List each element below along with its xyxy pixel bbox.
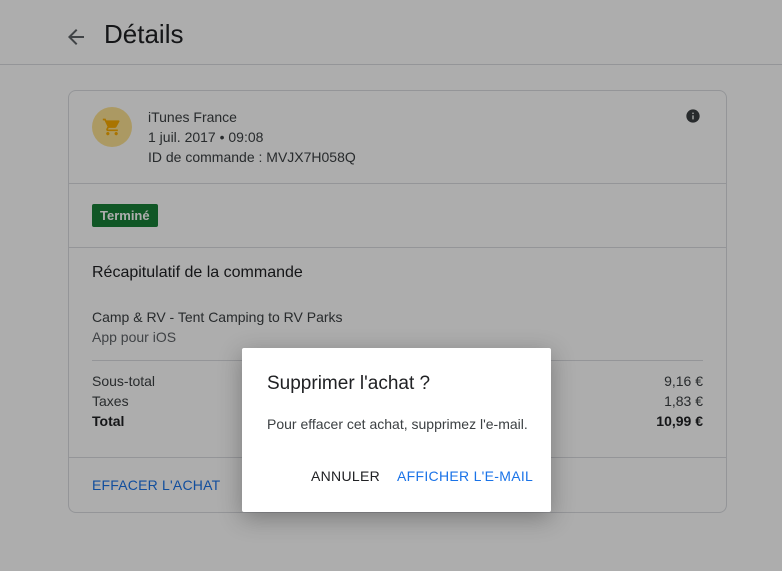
cancel-button[interactable]: ANNULER [311,468,380,484]
view-email-button[interactable]: AFFICHER L'E-MAIL [397,468,533,484]
dialog-title: Supprimer l'achat ? [267,373,431,394]
dialog-message: Pour effacer cet achat, supprimez l'e-ma… [267,416,528,432]
delete-purchase-dialog: Supprimer l'achat ? Pour effacer cet ach… [242,348,551,512]
